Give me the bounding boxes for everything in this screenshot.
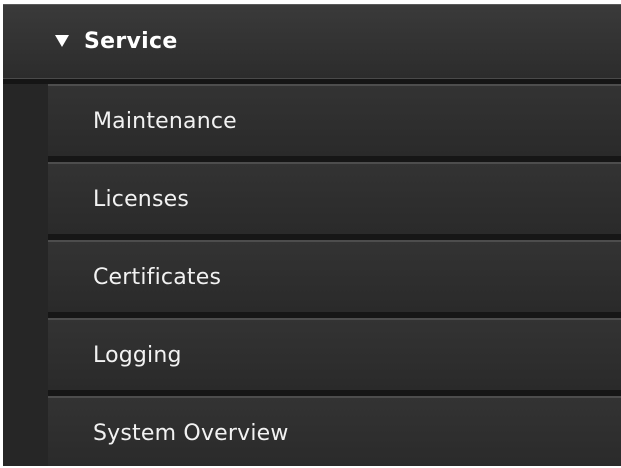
menu-item-licenses[interactable]: Licenses xyxy=(48,162,621,234)
caret-down-icon xyxy=(55,34,69,47)
service-submenu: Maintenance Licenses Certificates Loggin… xyxy=(48,84,621,466)
menu-item-maintenance[interactable]: Maintenance xyxy=(48,84,621,156)
service-menu-panel: Service Maintenance Licenses Certificate… xyxy=(3,4,621,466)
menu-item-system-overview[interactable]: System Overview xyxy=(48,396,621,466)
indent-rail xyxy=(3,84,48,466)
menu-item-certificates[interactable]: Certificates xyxy=(48,240,621,312)
menu-item-label: System Overview xyxy=(93,420,289,446)
menu-item-logging[interactable]: Logging xyxy=(48,318,621,390)
section-title: Service xyxy=(84,29,178,54)
service-section-header[interactable]: Service xyxy=(3,4,621,78)
screenshot-frame: Service Maintenance Licenses Certificate… xyxy=(0,0,621,468)
menu-item-label: Licenses xyxy=(93,186,190,212)
menu-item-label: Certificates xyxy=(93,264,222,290)
menu-item-label: Logging xyxy=(93,342,182,368)
menu-item-label: Maintenance xyxy=(93,108,237,134)
